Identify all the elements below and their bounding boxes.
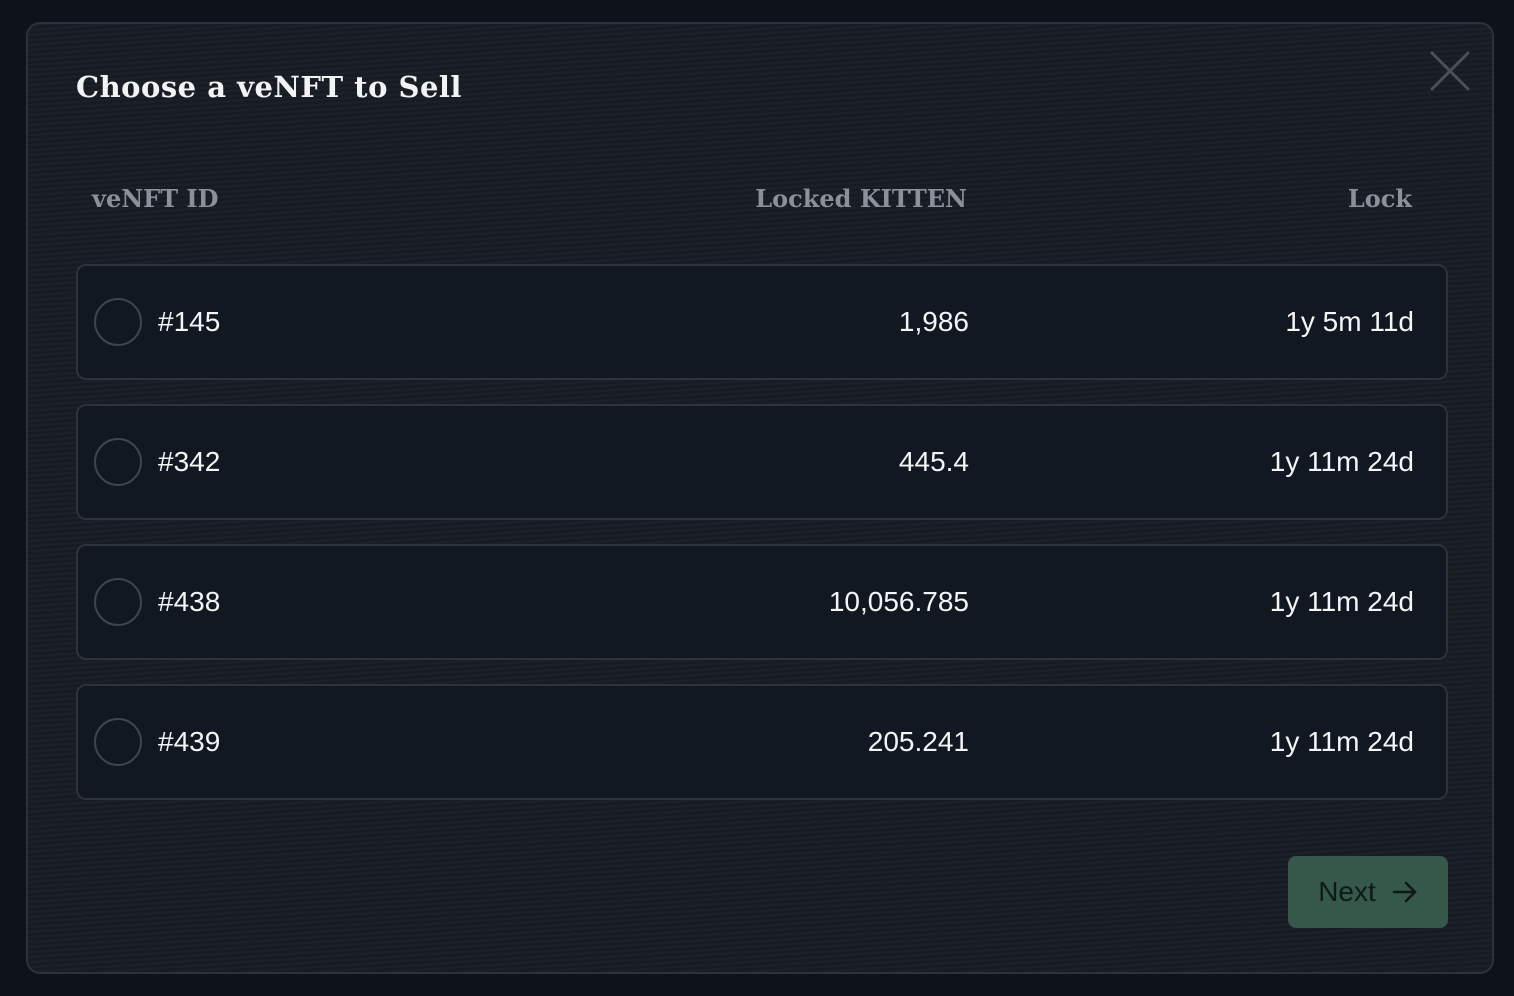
arrow-right-icon [1392,880,1418,904]
column-header-lock: Lock [1347,184,1412,213]
locked-amount: 10,056.785 [828,586,969,617]
venft-row[interactable]: #145 1,986 1y 5m 11d [76,264,1448,380]
lock-duration: 1y 11m 24d [1269,446,1414,477]
next-button-label: Next [1318,876,1376,907]
locked-amount: 445.4 [898,446,969,477]
row-radio[interactable] [94,298,142,346]
row-radio[interactable] [94,718,142,766]
venft-id: #438 [158,586,221,617]
venft-id: #342 [158,446,221,477]
locked-amount: 205.241 [867,726,969,757]
column-header-locked-kitten: Locked KITTEN [755,184,967,213]
lock-duration: 1y 5m 11d [1285,306,1414,337]
close-icon [1429,50,1471,92]
lock-duration: 1y 11m 24d [1269,726,1414,757]
venft-row[interactable]: #342 445.4 1y 11m 24d [76,404,1448,520]
venft-id: #145 [158,306,221,337]
row-radio[interactable] [94,578,142,626]
sell-venft-modal: Choose a veNFT to Sell veNFT ID Locked K… [26,22,1494,974]
close-button[interactable] [1429,50,1471,92]
lock-duration: 1y 11m 24d [1269,586,1414,617]
venft-row[interactable]: #439 205.241 1y 11m 24d [76,684,1448,800]
venft-id: #439 [158,726,221,757]
locked-amount: 1,986 [898,306,969,337]
venft-row[interactable]: #438 10,056.785 1y 11m 24d [76,544,1448,660]
modal-title: Choose a veNFT to Sell [76,70,462,104]
row-radio[interactable] [94,438,142,486]
next-button[interactable]: Next [1288,856,1448,928]
column-header-venft-id: veNFT ID [92,184,219,213]
